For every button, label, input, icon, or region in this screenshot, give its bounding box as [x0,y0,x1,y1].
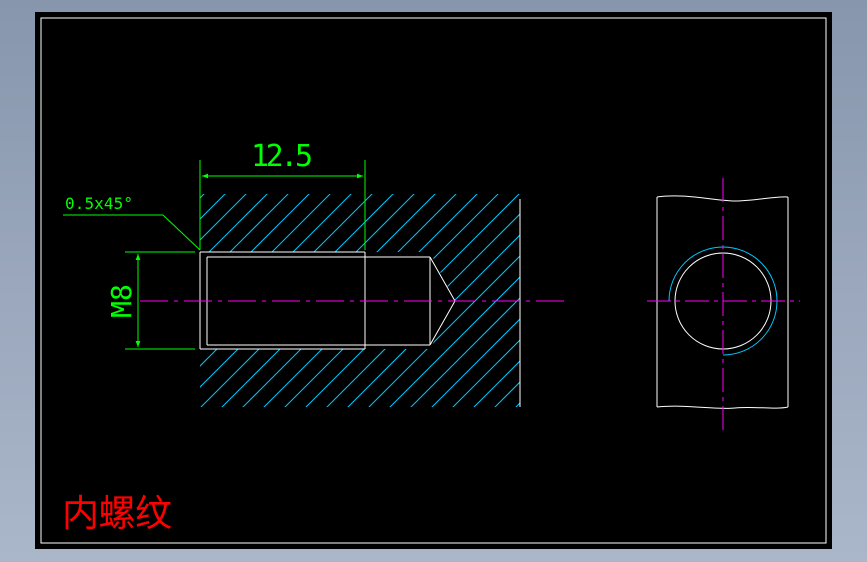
hatch-line [764,172,832,432]
thread-label: M8 [105,284,138,318]
chamfer-leader [63,214,201,251]
hatch-line [638,172,832,432]
chamfer-label: 0.5x45° [65,194,133,213]
hatch-line [427,194,520,407]
hatch-line [301,194,520,407]
hatch-line [617,172,832,432]
hatch-line [322,194,520,407]
hatch-line [575,172,832,432]
hatch-line [827,172,832,432]
drawing-title: 内螺纹 [62,492,172,535]
hatch-line [659,172,832,432]
hatch-line [385,194,520,407]
hatch-line [200,194,416,407]
hatch-line [785,172,832,432]
hatch-line [406,194,520,407]
hatch-line [217,194,479,407]
hatch-line [533,172,793,432]
section-hatch [35,172,832,432]
hatch-line [259,194,520,407]
section-view-outline [199,199,521,407]
hatch-line [35,172,58,432]
hatch-line [554,172,814,432]
hatch-line [200,194,395,407]
hatch-line [701,172,832,432]
hatch-line [238,194,500,407]
cad-drawing: 12.5 0.5x45° M8 内螺纹 [35,17,832,544]
hatch-line [490,194,520,407]
drawing-border [40,17,827,544]
hatch-line [200,194,437,407]
length-dimension-text: 12.5 [251,139,313,174]
hatch-line [448,194,520,407]
hatch-line [280,194,520,407]
hatch-line [596,172,832,432]
hatch-line [806,172,832,432]
hatch-line [469,194,520,407]
hatch-line [200,194,458,407]
hatch-line [680,172,832,432]
hatch-line [35,172,37,432]
hatch-line [364,194,520,407]
hatch-line [343,194,520,407]
cad-drawing-canvas[interactable]: 12.5 0.5x45° M8 内螺纹 [35,12,832,549]
hatch-line [200,194,374,407]
hatch-line [511,194,520,407]
